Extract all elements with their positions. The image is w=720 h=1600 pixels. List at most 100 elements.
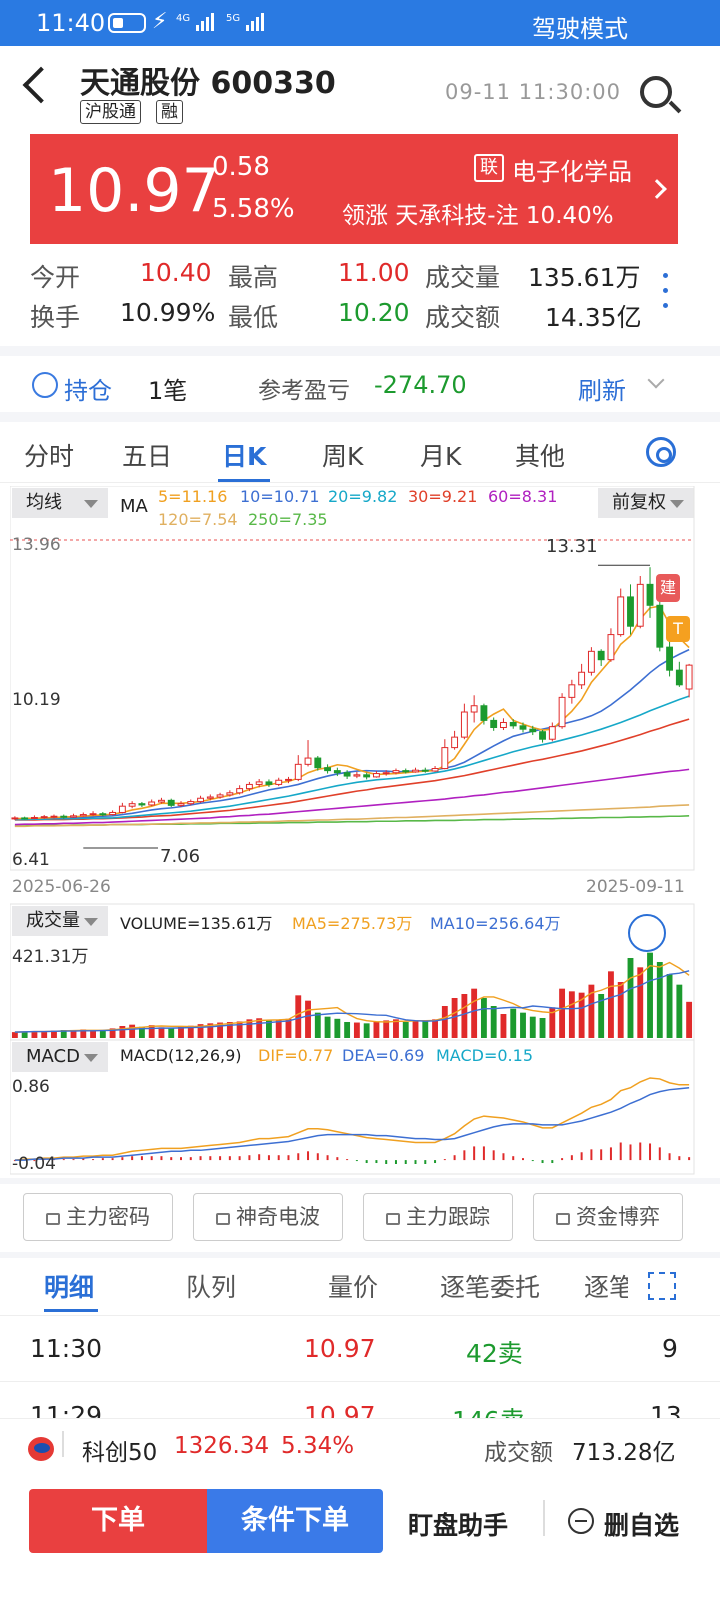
conditional-order-button[interactable]: 条件下单 [207, 1489, 383, 1553]
candle-body [636, 583, 644, 627]
macd-dea: DEA=0.69 [342, 1046, 425, 1065]
index-value: 1326.34 [174, 1433, 270, 1459]
macd-select-label: MACD [26, 1046, 80, 1067]
candle-body [627, 596, 634, 627]
candle-body [99, 813, 107, 816]
volume-bar [129, 1024, 136, 1038]
tab-monthly-k[interactable]: 月K [420, 437, 461, 473]
sector-leader: 领涨 天承科技-注 10.40% [342, 203, 614, 229]
y-axis-top: 13.96 [12, 535, 61, 555]
fullscreen-icon[interactable] [648, 1272, 676, 1300]
tag-margin: 融 [156, 100, 183, 124]
candle-body [675, 669, 683, 686]
expand-chart-icon[interactable] [628, 914, 666, 952]
tick-time: 11:30 [30, 1334, 103, 1363]
candle-body [294, 763, 302, 780]
order-button[interactable]: 下单 [29, 1489, 207, 1553]
tab-5day[interactable]: 五日 [122, 437, 172, 473]
back-arrow-icon[interactable] [22, 66, 60, 104]
volume-bar [402, 1022, 409, 1038]
search-icon[interactable] [640, 76, 672, 108]
chevron-down-icon[interactable] [647, 371, 665, 389]
charging-icon: ⚡ [152, 9, 168, 34]
candle-body [206, 796, 214, 799]
tab-tick-trades[interactable]: 逐笔 [584, 1268, 628, 1304]
sector-name: 电子化学品 [512, 158, 632, 186]
volume-select[interactable]: 成交量 [12, 906, 108, 936]
fund-game-button[interactable]: 资金博弈 [533, 1193, 683, 1241]
ma-line-ma10 [14, 648, 690, 820]
candle-body [216, 794, 224, 798]
refresh-button[interactable]: 刷新 [578, 371, 626, 406]
macd-y-bottom: -0.04 [12, 1154, 56, 1174]
tab-intraday[interactable]: 分时 [24, 437, 74, 473]
signal-icon-2 [246, 12, 266, 34]
stat-label: 今开 [30, 263, 81, 292]
tab-volume-price[interactable]: 量价 [328, 1268, 378, 1304]
more-dots-icon[interactable] [663, 288, 668, 293]
stat-amount: 14.35亿 [545, 303, 642, 332]
candle-body [79, 814, 87, 817]
divider [0, 1252, 720, 1258]
candle-body [11, 817, 19, 820]
low-price-label: 7.06 [160, 846, 201, 867]
stat-volume: 135.61万 [528, 263, 641, 292]
candle-body [646, 583, 654, 606]
kline-chart[interactable] [10, 486, 698, 1176]
macd-value: MACD=0.15 [436, 1046, 533, 1065]
main-force-tracking-button[interactable]: 主力跟踪 [363, 1193, 513, 1241]
volume-bar [529, 1016, 536, 1038]
stock-title: 天通股份 600330 [80, 66, 336, 101]
ma-line-ma20 [14, 695, 690, 821]
price-change: 0.58 [212, 152, 270, 182]
more-dots-icon[interactable] [663, 303, 668, 308]
candle-body [275, 779, 283, 785]
macd-dea-line [14, 1086, 690, 1161]
volume-bar [363, 1023, 370, 1038]
t-trade-marker[interactable]: T [666, 616, 690, 642]
more-dots-icon[interactable] [663, 273, 668, 278]
candle-body [363, 774, 371, 778]
lock-icon [556, 1213, 570, 1225]
volume-bar [510, 1008, 517, 1038]
remove-watchlist-button[interactable]: 删自选 [604, 1506, 679, 1542]
candle-body [656, 604, 664, 648]
volume-bar [637, 967, 644, 1038]
volume-bar [480, 998, 487, 1038]
tab-tick-orders[interactable]: 逐笔委托 [440, 1268, 540, 1304]
tab-weekly-k[interactable]: 周K [322, 437, 363, 473]
candle-body [177, 803, 185, 806]
build-position-marker[interactable]: 建 [656, 574, 680, 602]
watch-assistant-button[interactable]: 盯盘助手 [408, 1506, 508, 1542]
candle-body [500, 721, 507, 729]
driving-mode-label[interactable]: 驾驶模式 [532, 9, 628, 44]
candle-body [470, 705, 478, 713]
volume-bar [656, 962, 663, 1038]
stat-high: 11.00 [338, 258, 410, 287]
magic-wave-button[interactable]: 神奇电波 [193, 1193, 343, 1241]
candle-body [529, 728, 537, 733]
price-panel[interactable]: 10.97 0.58 5.58% 联 电子化学品 领涨 天承科技-注 10.40… [30, 134, 678, 244]
active-tab-indicator [44, 1309, 98, 1312]
date-end: 2025-09-11 [586, 877, 685, 897]
tab-daily-k[interactable]: 日K [222, 437, 266, 473]
tab-other[interactable]: 其他 [515, 437, 565, 473]
stock-header: 天通股份 600330 沪股通 融 09-11 11:30:00 [0, 46, 720, 132]
holding-label[interactable]: 持仓 [64, 371, 112, 406]
volume-select-label: 成交量 [26, 910, 80, 931]
candle-body [441, 747, 449, 770]
tab-detail[interactable]: 明细 [44, 1268, 94, 1304]
macd-dif: DIF=0.77 [258, 1046, 334, 1065]
candle-body [21, 817, 29, 820]
volume-bar [11, 1032, 18, 1038]
candle-body [685, 664, 693, 690]
candle-body [285, 778, 292, 781]
candle-body [40, 816, 48, 819]
tab-queue[interactable]: 队列 [186, 1268, 236, 1304]
index-name[interactable]: 科创50 [82, 1433, 157, 1467]
main-force-code-button[interactable]: 主力密码 [23, 1193, 173, 1241]
macd-select[interactable]: MACD [12, 1042, 108, 1072]
settings-gear-icon[interactable] [646, 437, 676, 467]
table-row: 11:30 10.97 42卖 9 [0, 1316, 720, 1382]
divider [543, 1500, 545, 1536]
